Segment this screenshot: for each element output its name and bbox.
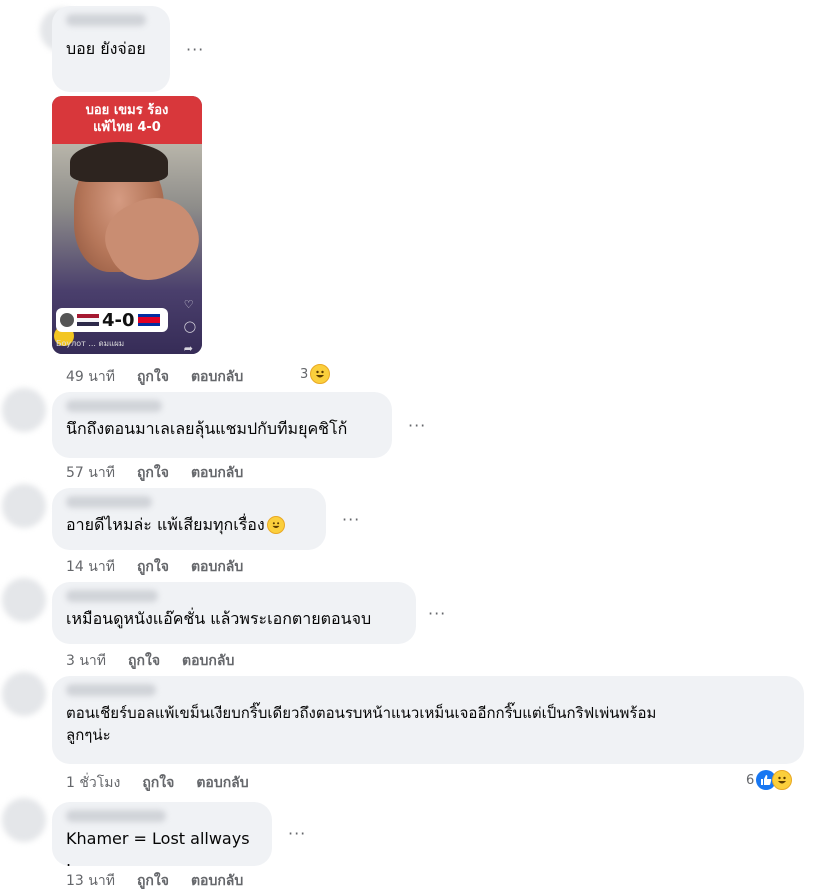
more-options-icon[interactable]: ··· — [342, 510, 360, 529]
like-button[interactable]: ถูกใจ — [142, 772, 174, 794]
timestamp[interactable]: 49 นาที — [66, 366, 115, 388]
more-options-icon[interactable]: ··· — [428, 604, 446, 623]
more-options-icon[interactable]: ··· — [408, 416, 426, 435]
haha-icon — [310, 364, 331, 384]
video-title-line: บอย เขมร ร้อง — [85, 103, 169, 118]
avatar[interactable] — [2, 672, 46, 716]
comment-actions: 1 ชั่วโมง ถูกใจ ตอบกลับ — [66, 772, 271, 794]
commenter-name[interactable] — [66, 496, 152, 508]
avatar[interactable] — [2, 484, 46, 528]
comment-text: เหมือนดูหนังแอ๊คชั่น แล้วพระเอกตายตอนจบ — [66, 609, 372, 628]
score-overlay: 4-0 — [56, 308, 168, 332]
more-options-icon[interactable]: ··· — [288, 824, 306, 843]
reaction-count[interactable]: 3 — [300, 364, 331, 384]
like-button[interactable]: ถูกใจ — [137, 462, 169, 484]
like-button[interactable]: ถูกใจ — [128, 650, 160, 672]
commenter-name[interactable] — [66, 590, 158, 602]
haha-icon — [772, 770, 793, 790]
video-title-line: แพ้ไทย 4-0 — [93, 120, 161, 135]
commenter-name[interactable] — [66, 810, 166, 822]
timestamp[interactable]: 57 นาที — [66, 462, 115, 484]
hair-shape — [70, 142, 168, 182]
comment-text-line: ตอนเชียร์บอลแพ้เขม็นเงียบกริ๊บเดียวถึงตอ… — [66, 704, 657, 722]
avatar[interactable] — [2, 388, 46, 432]
timestamp[interactable]: 1 ชั่วโมง — [66, 772, 120, 794]
comment-actions: 13 นาที ถูกใจ ตอบกลับ — [66, 870, 265, 892]
thai-flag-icon — [77, 314, 99, 326]
avatar[interactable] — [2, 578, 46, 622]
reply-button[interactable]: ตอบกลับ — [182, 650, 234, 672]
like-button[interactable]: ถูกใจ — [137, 556, 169, 578]
avatar[interactable] — [2, 798, 46, 842]
comment-text: ตอนเชียร์บอลแพ้เขม็นเงียบกริ๊บเดียวถึงตอ… — [66, 702, 790, 746]
reaction-number: 6 — [746, 772, 755, 788]
reply-button[interactable]: ตอบกลับ — [191, 366, 243, 388]
logo-icon — [60, 313, 74, 327]
video-caption: Боулот ... ดมแผม — [56, 339, 125, 348]
comment-actions: 57 นาที ถูกใจ ตอบกลับ — [66, 462, 265, 484]
haha-emoji-icon — [266, 516, 285, 534]
commenter-name[interactable] — [66, 684, 156, 696]
timestamp[interactable]: 14 นาที — [66, 556, 115, 578]
comment-bubble: บอย ยังจ่อย — [52, 6, 170, 92]
comment-actions: 14 นาที ถูกใจ ตอบกลับ — [66, 556, 265, 578]
reaction-count[interactable]: 6 — [746, 770, 793, 790]
score-text: 4-0 — [102, 309, 135, 331]
comment-text: นึกถึงตอนมาเลเลยลุ้นแชมปกับทีมยุคชิโก้ — [66, 419, 348, 438]
reaction-number: 3 — [300, 366, 309, 382]
reply-button[interactable]: ตอบกลับ — [191, 556, 243, 578]
like-button[interactable]: ถูกใจ — [137, 870, 169, 892]
comment-actions: 3 นาที ถูกใจ ตอบกลับ — [66, 650, 256, 672]
like-button[interactable]: ถูกใจ — [137, 366, 169, 388]
video-side-icons: ♡ ◯ ➦ — [183, 298, 196, 354]
reply-button[interactable]: ตอบกลับ — [191, 870, 243, 892]
video-thumbnail[interactable]: บอย เขมร ร้อง แพ้ไทย 4-0 ♡ ◯ ➦ 4-0 Боулот … — [52, 96, 202, 354]
comment-bubble: Khamer = Lost allways . — [52, 802, 272, 870]
comment-text: อายดีไหมล่ะ แพ้เสียมทุกเรื่อง — [66, 514, 312, 536]
cambodia-flag-icon — [137, 314, 160, 326]
comment-text-content: อายดีไหมล่ะ แพ้เสียมทุกเรื่อง — [66, 515, 265, 534]
comment-text: บอย ยังจ่อย — [66, 39, 146, 58]
more-options-icon[interactable]: ··· — [186, 40, 204, 59]
timestamp[interactable]: 3 นาที — [66, 650, 106, 672]
video-title: บอย เขมร ร้อง แพ้ไทย 4-0 — [52, 96, 202, 144]
comment-bubble: เหมือนดูหนังแอ๊คชั่น แล้วพระเอกตายตอนจบ — [52, 582, 416, 644]
comment-text: Khamer = Lost allways . — [66, 829, 250, 870]
comment-bubble: อายดีไหมล่ะ แพ้เสียมทุกเรื่อง — [52, 488, 326, 550]
comment-text-line: ลูกๆน่ะ — [66, 726, 111, 744]
commenter-name[interactable] — [66, 400, 162, 412]
timestamp[interactable]: 13 นาที — [66, 870, 115, 892]
reply-button[interactable]: ตอบกลับ — [196, 772, 248, 794]
comment-bubble: ตอนเชียร์บอลแพ้เขม็นเงียบกริ๊บเดียวถึงตอ… — [52, 676, 804, 764]
commenter-name[interactable] — [66, 14, 146, 26]
reply-button[interactable]: ตอบกลับ — [191, 462, 243, 484]
comment-actions: 49 นาที ถูกใจ ตอบกลับ — [66, 366, 265, 388]
comment-bubble: นึกถึงตอนมาเลเลยลุ้นแชมปกับทีมยุคชิโก้ — [52, 392, 392, 458]
